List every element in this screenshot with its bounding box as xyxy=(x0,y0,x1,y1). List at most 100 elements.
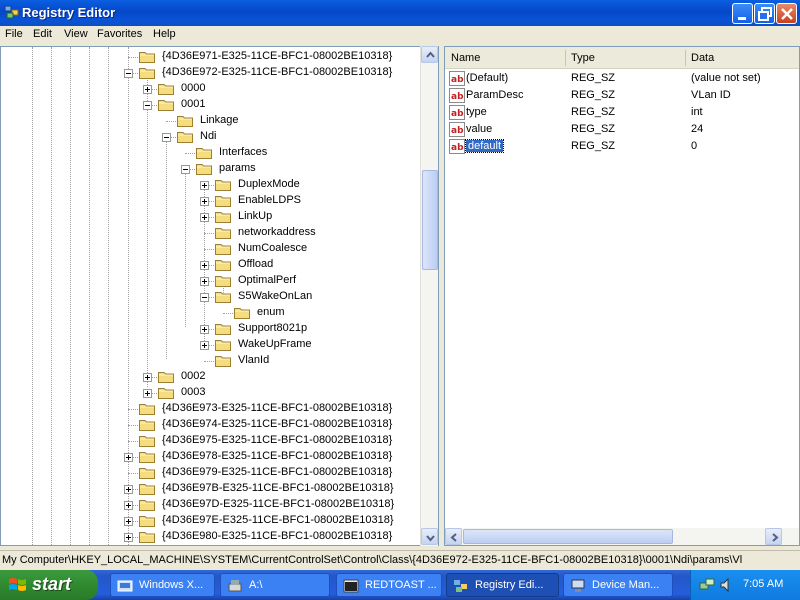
registry-tree[interactable]: {4D36E971-E325-11CE-BFC1-08002BE10318} {4… xyxy=(0,46,439,546)
folder-icon xyxy=(139,68,155,79)
menu-view[interactable]: View xyxy=(64,28,88,40)
tree-node[interactable]: Support8021p xyxy=(1,321,421,337)
volume-icon[interactable] xyxy=(719,577,735,593)
value-row[interactable]: ab ParamDesc REG_SZ VLan ID xyxy=(445,87,799,104)
value-type: REG_SZ xyxy=(571,140,616,152)
command-prompt-icon xyxy=(343,579,359,593)
tree-node[interactable]: {4D36E971-E325-11CE-BFC1-08002BE10318} xyxy=(1,49,421,65)
tree-node[interactable]: {4D36E97B-E325-11CE-BFC1-08002BE10318} xyxy=(1,481,421,497)
tree-node[interactable]: DuplexMode xyxy=(1,177,421,193)
svg-text:ab: ab xyxy=(451,109,464,119)
task-redtoast[interactable]: REDTOAST ... xyxy=(336,573,442,597)
close-button[interactable] xyxy=(776,3,797,24)
expand-icon[interactable] xyxy=(143,85,152,94)
expand-icon[interactable] xyxy=(124,501,133,510)
expand-icon[interactable] xyxy=(200,197,209,206)
expand-icon[interactable] xyxy=(200,261,209,270)
tree-node[interactable]: params xyxy=(1,161,421,177)
value-row[interactable]: ab type REG_SZ int xyxy=(445,104,799,121)
column-name[interactable]: Name xyxy=(451,52,480,64)
tree-node[interactable]: S5WakeOnLan xyxy=(1,289,421,305)
task-device-manager[interactable]: Device Man... xyxy=(563,573,673,597)
minimize-button[interactable] xyxy=(732,3,753,24)
tree-node[interactable]: {4D36E979-E325-11CE-BFC1-08002BE10318} xyxy=(1,465,421,481)
expand-icon[interactable] xyxy=(124,485,133,494)
tree-node[interactable]: {4D36E980-E325-11CE-BFC1-08002BE10318} xyxy=(1,529,421,545)
collapse-icon[interactable] xyxy=(200,293,209,302)
collapse-icon[interactable] xyxy=(143,101,152,110)
column-type[interactable]: Type xyxy=(571,52,595,64)
expand-icon[interactable] xyxy=(143,373,152,382)
tree-node[interactable]: NumCoalesce xyxy=(1,241,421,257)
menu-edit[interactable]: Edit xyxy=(33,28,52,40)
tree-node[interactable]: LinkUp xyxy=(1,209,421,225)
values-scroll-thumb[interactable] xyxy=(463,529,673,544)
tree-node[interactable]: Interfaces xyxy=(1,145,421,161)
tree-node[interactable]: Offload xyxy=(1,257,421,273)
tree-node[interactable]: 0000 xyxy=(1,81,421,97)
tree-node[interactable]: {4D36E975-E325-11CE-BFC1-08002BE10318} xyxy=(1,433,421,449)
column-data[interactable]: Data xyxy=(691,52,714,64)
scroll-right-button[interactable] xyxy=(765,528,782,545)
tree-node[interactable]: Linkage xyxy=(1,113,421,129)
value-row[interactable]: ab value REG_SZ 24 xyxy=(445,121,799,138)
expand-icon[interactable] xyxy=(124,533,133,542)
expand-icon[interactable] xyxy=(143,389,152,398)
task-registry-editor[interactable]: Registry Edi... xyxy=(446,573,559,597)
menu-help[interactable]: Help xyxy=(153,28,176,40)
task-windows-explorer[interactable]: Windows X... xyxy=(110,573,215,597)
tree-node[interactable]: WakeUpFrame xyxy=(1,337,421,353)
tree-node[interactable]: 0001 xyxy=(1,97,421,113)
values-horizontal-scrollbar[interactable] xyxy=(445,528,799,545)
expand-icon[interactable] xyxy=(200,277,209,286)
value-row[interactable]: ab (Default) REG_SZ (value not set) xyxy=(445,70,799,87)
title-bar[interactable]: Registry Editor xyxy=(0,0,800,26)
collapse-icon[interactable] xyxy=(162,133,171,142)
tree-node[interactable]: {4D36E974-E325-11CE-BFC1-08002BE10318} xyxy=(1,417,421,433)
tree-node-label: {4D36E973-E325-11CE-BFC1-08002BE10318} xyxy=(162,402,393,414)
value-row[interactable]: ab default REG_SZ 0 xyxy=(445,138,799,155)
folder-icon xyxy=(139,436,155,447)
expand-icon[interactable] xyxy=(200,213,209,222)
tree-node[interactable]: 0002 xyxy=(1,369,421,385)
tree-node-label: NumCoalesce xyxy=(238,242,308,254)
tree-node[interactable]: networkaddress xyxy=(1,225,421,241)
tree-node[interactable]: {4D36E972-E325-11CE-BFC1-08002BE10318} xyxy=(1,65,421,81)
expand-icon[interactable] xyxy=(124,517,133,526)
tree-node[interactable]: {4D36E973-E325-11CE-BFC1-08002BE10318} xyxy=(1,401,421,417)
expand-icon[interactable] xyxy=(200,181,209,190)
collapse-icon[interactable] xyxy=(124,69,133,78)
tree-node[interactable]: VlanId xyxy=(1,353,421,369)
expand-icon[interactable] xyxy=(200,341,209,350)
tree-node[interactable]: EnableLDPS xyxy=(1,193,421,209)
task-drive-a[interactable]: A:\ xyxy=(220,573,330,597)
windows-flag-icon xyxy=(9,578,26,591)
tree-node[interactable]: 0003 xyxy=(1,385,421,401)
tree-node[interactable]: enum xyxy=(1,305,421,321)
menu-favorites[interactable]: Favorites xyxy=(97,28,142,40)
tree-node[interactable]: {4D36E978-E325-11CE-BFC1-08002BE10318} xyxy=(1,449,421,465)
tree-node[interactable]: Ndi xyxy=(1,129,421,145)
scroll-left-button[interactable] xyxy=(445,528,462,545)
menu-file[interactable]: File xyxy=(5,28,23,40)
expand-icon[interactable] xyxy=(124,453,133,462)
task-label: Device Man... xyxy=(592,579,660,591)
floppy-drive-icon xyxy=(228,580,242,592)
tree-node[interactable]: {4D36E97D-E325-11CE-BFC1-08002BE10318} xyxy=(1,497,421,513)
folder-icon xyxy=(215,228,231,239)
values-list[interactable]: Name Type Data ab (Default) REG_SZ (value n… xyxy=(444,46,800,546)
scroll-up-button[interactable] xyxy=(421,46,438,63)
tree-scroll-thumb[interactable] xyxy=(422,170,438,270)
network-icon[interactable] xyxy=(699,577,715,593)
tree-vertical-scrollbar[interactable] xyxy=(420,46,438,546)
tree-node[interactable]: OptimalPerf xyxy=(1,273,421,289)
start-button[interactable]: start xyxy=(0,570,98,600)
expand-icon[interactable] xyxy=(200,325,209,334)
folder-icon xyxy=(215,340,231,351)
tree-node[interactable]: {4D36E97E-E325-11CE-BFC1-08002BE10318} xyxy=(1,513,421,529)
maximize-button[interactable] xyxy=(754,3,775,24)
scroll-down-button[interactable] xyxy=(421,528,438,545)
registry-editor-icon xyxy=(4,5,19,19)
collapse-icon[interactable] xyxy=(181,165,190,174)
folder-icon xyxy=(215,196,231,207)
